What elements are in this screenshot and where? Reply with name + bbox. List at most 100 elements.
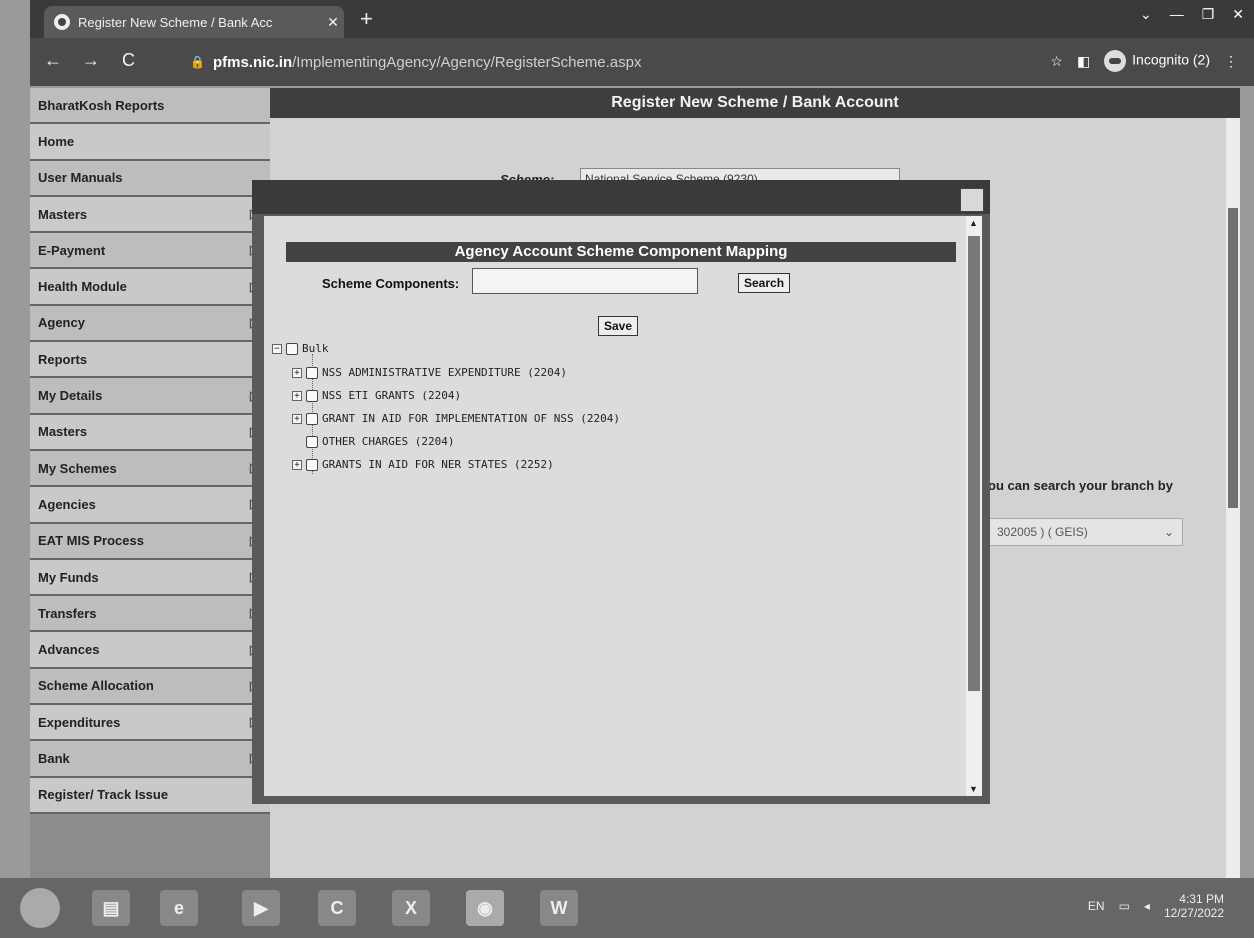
windows-taskbar: ▤ e ▶ C X ◉ W EN ▭ ◂ 4:31 PM 12/27/2022: [0, 878, 1254, 938]
word-icon[interactable]: W: [540, 890, 578, 926]
incognito-profile[interactable]: Incognito (2): [1104, 50, 1210, 72]
branch-select-value: 302005 ) ( GEIS): [997, 525, 1088, 539]
dialog-titlebar: [252, 180, 990, 214]
window-controls: ⌄ — ❐ ✕: [1140, 6, 1244, 23]
expand-icon[interactable]: +: [292, 459, 302, 470]
address-bar-row: ← → C 🔒 pfms.nic.in/ImplementingAgency/A…: [30, 38, 1254, 86]
page-title: Register New Scheme / Bank Account: [270, 88, 1240, 118]
sidebar-item[interactable]: User Manuals: [30, 160, 270, 197]
tab-close-icon[interactable]: ✕: [322, 14, 344, 31]
sidebar-item-label: BharatKosh Reports: [38, 97, 165, 113]
language-indicator[interactable]: EN: [1088, 899, 1105, 913]
sidebar-item[interactable]: My Details▷: [30, 378, 270, 415]
branch-select[interactable]: 302005 ) ( GEIS) ⌄: [988, 518, 1183, 546]
scheme-components-input[interactable]: [472, 268, 698, 294]
volume-icon[interactable]: ◂: [1144, 899, 1150, 913]
sidebar-item[interactable]: Register/ Track Issue: [30, 777, 270, 814]
network-icon[interactable]: ▭: [1119, 899, 1130, 913]
tree-node-label: Bulk: [302, 342, 329, 355]
sidebar-item[interactable]: Transfers▷: [30, 596, 270, 633]
dialog-panel-header: Agency Account Scheme Component Mapping: [286, 242, 956, 262]
menu-icon[interactable]: ⋮: [1224, 53, 1238, 70]
tree-node: + GRANTS IN AID FOR NER STATES (2252): [292, 458, 554, 471]
url-bar[interactable]: 🔒 pfms.nic.in/ImplementingAgency/Agency/…: [190, 46, 980, 78]
sidebar-item-label: Bank: [38, 750, 70, 766]
sidebar-item[interactable]: Bank▷: [30, 741, 270, 778]
reload-icon[interactable]: C: [122, 50, 135, 71]
sidebar-item[interactable]: BharatKosh Reports: [30, 88, 270, 125]
tree-node-label: GRANT IN AID FOR IMPLEMENTATION OF NSS (…: [322, 412, 621, 425]
sidebar-item[interactable]: My Funds▷: [30, 559, 270, 597]
sidebar-item[interactable]: Agencies▷: [30, 487, 270, 524]
restore-icon[interactable]: ❐: [1202, 6, 1215, 23]
tree-checkbox[interactable]: [306, 458, 318, 471]
media-player-icon[interactable]: ▶: [242, 890, 280, 926]
url-host: pfms.nic.in: [212, 53, 293, 71]
expand-icon[interactable]: +: [292, 390, 302, 401]
dialog-scrollbar-thumb[interactable]: [968, 236, 980, 691]
clock-time: 4:31 PM: [1179, 892, 1224, 906]
sidebar-item[interactable]: E-Payment▷: [30, 233, 270, 270]
chrome-icon[interactable]: ◉: [466, 890, 504, 926]
chevron-down-icon[interactable]: ⌄: [1140, 6, 1152, 23]
dialog-close-button[interactable]: [960, 188, 984, 212]
tree-checkbox[interactable]: [286, 342, 298, 355]
page-scrollbar-thumb[interactable]: [1228, 208, 1238, 508]
excel-icon[interactable]: X: [392, 890, 430, 926]
tree-checkbox[interactable]: [306, 389, 318, 402]
sidebar-item[interactable]: My Schemes▷: [30, 450, 270, 488]
ie-icon[interactable]: e: [160, 890, 198, 926]
tree-checkbox[interactable]: [306, 366, 318, 379]
back-icon[interactable]: ←: [44, 50, 62, 71]
scroll-up-icon[interactable]: ▲: [969, 218, 978, 228]
sidebar-item[interactable]: Expenditures▷: [30, 705, 270, 742]
tree-node-label: GRANTS IN AID FOR NER STATES (2252): [322, 458, 554, 471]
branch-search-hint: ou can search your branch by: [988, 478, 1173, 493]
expand-icon[interactable]: +: [292, 413, 302, 424]
sidebar-item-label: Reports: [38, 351, 88, 367]
component-mapping-dialog: Agency Account Scheme Component Mapping …: [252, 180, 990, 804]
new-tab-button[interactable]: +: [360, 8, 373, 30]
tree-checkbox[interactable]: [306, 412, 318, 425]
sidebar-item[interactable]: Reports: [30, 342, 270, 379]
clock[interactable]: 4:31 PM 12/27/2022: [1164, 892, 1224, 920]
sidebar-item-label: User Manuals: [38, 170, 123, 186]
tree-node: + GRANT IN AID FOR IMPLEMENTATION OF NSS …: [292, 412, 620, 425]
scroll-down-icon[interactable]: ▼: [969, 784, 978, 794]
sidebar-item[interactable]: EAT MIS Process▷: [30, 523, 270, 560]
sidebar-item[interactable]: Agency▷: [30, 305, 270, 343]
browser-tab-bar: Register New Scheme / Bank Acc ✕ + ⌄ — ❐…: [30, 0, 1254, 38]
sidebar-icon[interactable]: ◧: [1077, 53, 1090, 70]
sidebar-item-label: Expenditures: [38, 714, 121, 730]
minimize-icon[interactable]: —: [1170, 6, 1184, 23]
search-button[interactable]: Search: [738, 273, 791, 293]
tree-node-label: NSS ADMINISTRATIVE EXPENDITURE (2204): [322, 366, 568, 379]
sidebar-item-label: E-Payment: [38, 242, 106, 258]
sidebar-item[interactable]: Masters▷: [30, 414, 270, 451]
lock-icon: 🔒: [190, 55, 205, 69]
browser-tab[interactable]: Register New Scheme / Bank Acc ✕: [44, 6, 344, 38]
tree-checkbox[interactable]: [306, 435, 318, 448]
sidebar-item[interactable]: Scheme Allocation▷: [30, 668, 270, 706]
sidebar-item[interactable]: Masters▷: [30, 196, 270, 234]
close-window-icon[interactable]: ✕: [1232, 6, 1244, 23]
sidebar-item-label: Health Module: [38, 279, 127, 295]
sidebar-item[interactable]: Home: [30, 124, 270, 161]
browser-right-controls: ☆ ◧ Incognito (2) ⋮: [1050, 50, 1238, 72]
tab-title: Register New Scheme / Bank Acc: [78, 14, 273, 30]
ccleaner-icon[interactable]: C: [318, 890, 356, 926]
sidebar-item-label: Scheme Allocation: [38, 678, 154, 694]
star-icon[interactable]: ☆: [1050, 53, 1063, 70]
sidebar-item[interactable]: Health Module▷: [30, 269, 270, 306]
forward-icon[interactable]: →: [82, 50, 100, 71]
start-icon[interactable]: [20, 888, 60, 928]
tree-node: + NSS ETI GRANTS (2204): [292, 389, 461, 402]
collapse-icon[interactable]: −: [272, 343, 282, 354]
file-explorer-icon[interactable]: ▤: [92, 890, 130, 926]
scheme-components-label: Scheme Components:: [322, 276, 460, 291]
expand-icon[interactable]: +: [292, 367, 302, 378]
dialog-scrollbar[interactable]: ▲ ▼: [966, 216, 982, 796]
page-scrollbar[interactable]: [1226, 118, 1240, 878]
save-button[interactable]: Save: [598, 316, 639, 336]
sidebar-item[interactable]: Advances▷: [30, 632, 270, 669]
